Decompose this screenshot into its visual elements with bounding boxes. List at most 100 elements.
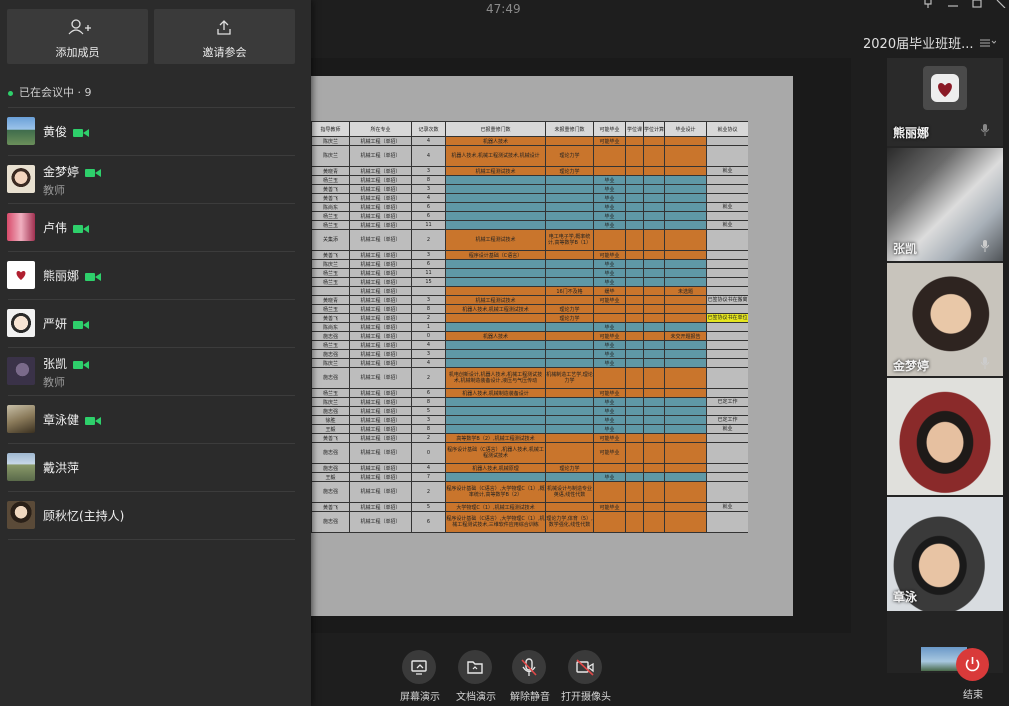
spreadsheet-cell: 毕业 [593, 406, 626, 416]
spreadsheet-row: 杨兰玉 机械工程（单招） 8 机器人技术,机械工程测试技术 理论力学 [311, 304, 748, 314]
video-tile[interactable] [887, 378, 1003, 495]
spreadsheet-cell [625, 184, 644, 194]
spreadsheet-cell: 4 [411, 193, 446, 203]
spreadsheet-cell: 可能毕业 [593, 250, 626, 260]
spreadsheet-cell: 毕业 [593, 268, 626, 278]
spreadsheet-cell [545, 424, 594, 434]
spreadsheet-cell: 3 [411, 415, 446, 425]
spreadsheet-cell [664, 472, 707, 482]
spreadsheet-cell: 机械工程（单招） [349, 502, 412, 512]
screen-share-icon [411, 660, 427, 675]
meeting-title[interactable]: 2020届毕业班班... [863, 33, 996, 52]
video-tile[interactable]: 张凯 [887, 148, 1003, 261]
spreadsheet-row: 黄晓青 机械工程（单招） 3 机械工程测试技术 理论力学 就业 [311, 166, 748, 176]
spreadsheet-cell: 未选题 [664, 286, 707, 296]
participant-row[interactable]: 金梦婷 教师 [0, 155, 300, 203]
spreadsheet-cell [625, 340, 644, 350]
spreadsheet-cell [643, 349, 665, 359]
spreadsheet-cell [664, 424, 707, 434]
spreadsheet-cell [643, 193, 665, 203]
camera-on-icon [85, 272, 102, 281]
camera-on-button[interactable]: 打开摄像头 [551, 650, 621, 706]
participant-row[interactable]: 熊丽娜 [0, 251, 300, 299]
spreadsheet-cell: 机器人技术,机械原理 [445, 463, 546, 473]
spreadsheet-cell: 毕业 [593, 349, 626, 359]
spreadsheet-cell [706, 358, 748, 368]
spreadsheet-cell [625, 442, 644, 464]
spreadsheet-cell: 机械工程（单招） [349, 322, 412, 332]
add-member-button[interactable]: 添加成员 [7, 9, 148, 64]
spreadsheet-cell: 可能毕业 [593, 442, 626, 464]
spreadsheet-cell [664, 175, 707, 185]
spreadsheet-cell [625, 433, 644, 443]
spreadsheet-cell [664, 268, 707, 278]
spreadsheet-cell: 机械工程测试技术 [445, 166, 546, 176]
spreadsheet-cell: 杨兰玉 [311, 277, 350, 287]
spreadsheet-cell [445, 322, 546, 332]
spreadsheet-cell [625, 511, 644, 533]
spreadsheet-cell [593, 367, 626, 389]
spreadsheet-cell [706, 136, 748, 146]
maximize-icon[interactable] [971, 0, 983, 8]
spreadsheet-cell [643, 220, 665, 230]
spreadsheet-cell: 4 [411, 145, 446, 167]
spreadsheet-cell [625, 268, 644, 278]
spreadsheet-row: 杨兰玉 机械工程（单招） 15 毕业 [311, 277, 748, 287]
camera-on-icon [73, 320, 90, 329]
avatar [7, 453, 35, 481]
participant-row[interactable]: 章泳健 [0, 395, 300, 443]
spreadsheet-row: 徐胜 机械工程（单招） 3 毕业 已定工作 [311, 415, 748, 425]
spreadsheet-cell [625, 220, 644, 230]
spreadsheet-cell: 机械工程（单招） [349, 481, 412, 503]
spreadsheet-cell: 杨兰玉 [311, 340, 350, 350]
minimize-icon[interactable] [947, 0, 959, 8]
spreadsheet-cell: 机械工程（单招） [349, 349, 412, 359]
spreadsheet-cell [445, 259, 546, 269]
close-icon[interactable] [995, 0, 1007, 8]
spreadsheet-cell [545, 136, 594, 146]
spreadsheet-cell: 6 [411, 202, 446, 212]
spreadsheet-cell [445, 184, 546, 194]
video-tile[interactable]: 熊丽娜 [887, 58, 1003, 146]
spreadsheet-cell: 毕业 [593, 193, 626, 203]
participant-row[interactable]: 顾秋忆(主持人) [0, 491, 300, 539]
spreadsheet-row: 陈庆兰 机械工程（单招） 8 毕业 已定工作 [311, 397, 748, 407]
pin-icon[interactable] [921, 0, 935, 8]
invite-button[interactable]: 邀请参会 [154, 9, 295, 64]
spreadsheet-cell: 15 [411, 277, 446, 287]
spreadsheet-cell [643, 367, 665, 389]
spreadsheet-cell: 6 [411, 511, 446, 533]
spreadsheet-cell [664, 202, 707, 212]
participant-row[interactable]: 黄俊 [0, 107, 300, 155]
spreadsheet-cell [664, 415, 707, 425]
spreadsheet-cell: 8 [411, 175, 446, 185]
spreadsheet-cell [445, 193, 546, 203]
spreadsheet-cell: 毕业 [593, 472, 626, 482]
spreadsheet-cell: 可能毕业 [593, 295, 626, 305]
spreadsheet-cell: 8 [411, 424, 446, 434]
participant-row[interactable]: 严妍 [0, 299, 300, 347]
participant-row[interactable]: 张凯 教师 [0, 347, 300, 395]
avatar [7, 117, 35, 145]
spreadsheet-cell: 陈尚东 [311, 202, 350, 212]
participant-row[interactable]: 卢伟 [0, 203, 300, 251]
end-meeting-button[interactable]: 结束 [953, 648, 993, 702]
video-tile[interactable]: 章泳 [887, 497, 1003, 611]
spreadsheet-cell: 程序设计基础（C语言） [445, 250, 546, 260]
spreadsheet-cell: 黄善飞 [311, 184, 350, 194]
spreadsheet-cell: 8 [411, 304, 446, 314]
spreadsheet-row: 黄晓青 机械工程（单招） 3 机械工程测试技术 可能毕业 已签协议书在搬离 [311, 295, 748, 305]
spreadsheet-cell [706, 406, 748, 416]
spreadsheet-cell: 大学物理C（1）,机械工程测试技术 [445, 502, 546, 512]
spreadsheet-cell [643, 424, 665, 434]
spreadsheet-cell: 施志强 [311, 511, 350, 533]
spreadsheet-cell: 陈庆兰 [311, 358, 350, 368]
spreadsheet-cell: 7 [411, 472, 446, 482]
video-tile[interactable]: 金梦婷 [887, 263, 1003, 376]
spreadsheet-cell: 可能毕业 [593, 388, 626, 398]
participant-row[interactable]: 戴洪萍 [0, 443, 300, 491]
list-menu-icon[interactable] [979, 38, 996, 48]
spreadsheet-cell: 机械工程（单招） [349, 340, 412, 350]
spreadsheet-cell [664, 442, 707, 464]
spreadsheet-cell [706, 268, 748, 278]
